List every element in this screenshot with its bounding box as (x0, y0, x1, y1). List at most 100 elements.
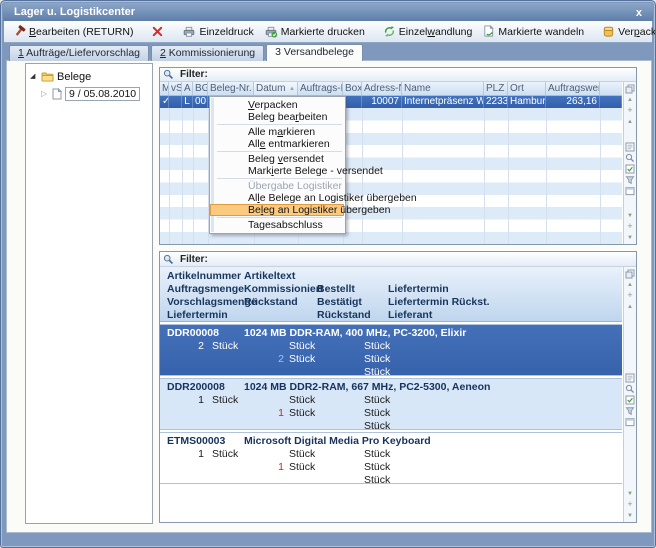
tab-versandbelege[interactable]: 3 Versandbelege (266, 44, 363, 61)
column-header-auftragswert[interactable]: Auftragswert € (546, 82, 600, 95)
append-row-button[interactable]: + (625, 499, 636, 510)
next-row-button[interactable]: ▼ (625, 210, 636, 221)
positionen-grid: Filter: Artikelnummer Artikeltext Auftra… (159, 251, 637, 523)
menu-item-beleg-an-logistiker[interactable]: Beleg an Logistiker übergeben (210, 204, 344, 216)
markierte-wandeln-button[interactable]: Markierte wandeln (478, 22, 588, 41)
header-auftragsmenge[interactable]: Auftragsmenge (167, 283, 244, 295)
last-row-button[interactable]: ▼ (625, 510, 636, 521)
menu-item-alle-markieren[interactable]: Alle markieren (210, 126, 344, 138)
expander-closed-icon[interactable]: ▷ (41, 90, 49, 98)
bearbeiten-button[interactable]: Bearbeiten (RETURN) (9, 22, 137, 41)
artikelnummer: DDR00008 (167, 327, 219, 340)
header-lieferant[interactable]: Lieferant (388, 309, 432, 321)
einzelwandlung-button[interactable]: Einzelwandlung (379, 22, 477, 41)
tab-auftraege-liefervorschlag[interactable]: 1 Aufträge/Liefervorschlag (9, 45, 149, 61)
filter-funnel-icon[interactable] (625, 174, 636, 185)
column-header-vs[interactable]: vS (169, 82, 182, 95)
column-chooser-icon[interactable] (625, 83, 636, 94)
prev-row-button[interactable]: ▲ (625, 301, 636, 312)
insert-row-button[interactable]: + (625, 290, 636, 301)
positionen-column-headers: Artikelnummer Artikeltext Auftragsmenge … (160, 267, 622, 322)
menu-separator (217, 178, 342, 179)
menu-item-alle-entmarkieren[interactable]: Alle entmarkieren (210, 138, 344, 150)
auftragsmenge-unit: Stück (212, 394, 238, 407)
verpacken-button[interactable]: Verpacken (598, 22, 656, 41)
kommissioniert-unit: Stück (289, 394, 315, 407)
column-header-adress-nr[interactable]: Adress-Nr. (362, 82, 402, 95)
filter-bar[interactable]: Filter: (160, 252, 636, 267)
artikel-row[interactable]: DDR200008 1024 MB DDR2-RAM, 667 MHz, PC2… (160, 378, 622, 430)
rueckstand-unit: Stück (289, 407, 315, 420)
header-bestaetigt[interactable]: Bestätigt (317, 296, 362, 308)
search-icon[interactable] (625, 384, 636, 395)
menu-item-verpacken[interactable]: Verpacken (210, 99, 344, 111)
cell-auftragswert: 263,16 (546, 96, 600, 108)
artikel-row[interactable]: DDR00008 1024 MB DDR-RAM, 400 MHz, PC-32… (160, 324, 622, 376)
column-header-datum[interactable]: Datum ▲ (254, 82, 298, 95)
header-artikelnummer[interactable]: Artikelnummer (167, 270, 241, 282)
menu-item-alle-belege-an-logistiker[interactable]: Alle Belege an Logistiker übergeben (210, 192, 344, 204)
checklist-icon[interactable] (625, 395, 636, 406)
header-kommissioniert[interactable]: Kommissioniert (244, 283, 323, 295)
header-liefertermin-rueckst[interactable]: Liefertermin Rückst. (388, 296, 490, 308)
button-label: Einzeldruck (199, 26, 253, 38)
column-header-name[interactable]: Name (402, 82, 484, 95)
column-header-bg[interactable]: BG (193, 82, 208, 95)
menu-separator (217, 217, 342, 218)
filter-funnel-icon[interactable] (625, 406, 636, 417)
search-icon[interactable] (625, 152, 636, 163)
filter-bar[interactable]: Filter: (160, 68, 636, 82)
cell-a: L (182, 96, 193, 108)
column-header-ort[interactable]: Ort (508, 82, 546, 95)
checklist-icon[interactable] (625, 163, 636, 174)
button-label: Markierte drucken (281, 26, 365, 38)
insert-row-button[interactable]: + (625, 105, 636, 116)
artikelnummer: ETMS00003 (167, 435, 225, 448)
column-header-plz[interactable]: PLZ (484, 82, 508, 95)
title-bar[interactable]: Lager u. Logistikcenter x (3, 3, 653, 21)
page-convert-icon (482, 25, 495, 38)
header-artikeltext[interactable]: Artikeltext (244, 270, 295, 282)
tree-node-beleg-entry[interactable]: ▷ 9 / 05.08.2010 (26, 86, 152, 101)
next-row-button[interactable]: ▼ (625, 488, 636, 499)
kommissioniert-unit: Stück (289, 448, 315, 461)
tab-kommissionierung[interactable]: 2 Kommissionierung (151, 45, 264, 61)
column-header-auftrags-nr[interactable]: Auftrags-Nr. (298, 82, 343, 95)
window-icon[interactable] (625, 417, 636, 428)
first-row-button[interactable]: ▲ (625, 94, 636, 105)
first-row-button[interactable]: ▲ (625, 279, 636, 290)
cell-markiert[interactable]: ✓ (160, 96, 169, 108)
menu-item-markierte-belege-versendet[interactable]: Markierte Belege - versendet (210, 165, 344, 177)
header-liefertermin[interactable]: Liefertermin (388, 283, 449, 295)
edit-icon[interactable] (625, 141, 636, 152)
menu-item-tagesabschluss[interactable]: Tagesabschluss (210, 219, 344, 231)
column-header-box[interactable]: Box (343, 82, 362, 95)
tree-node-belege[interactable]: ◢ Belege (26, 69, 152, 84)
header-liefertermin-2[interactable]: Liefertermin (167, 309, 228, 321)
header-rueckstand[interactable]: Rückstand (244, 296, 298, 308)
markierte-drucken-button[interactable]: Markierte drucken (260, 22, 369, 41)
column-header-m[interactable]: M (160, 82, 169, 95)
delete-button[interactable] (147, 22, 168, 41)
column-header-beleg-nr[interactable]: Beleg-Nr. (208, 82, 254, 95)
cell-filler (600, 96, 622, 108)
window-icon[interactable] (625, 185, 636, 196)
menu-item-beleg-bearbeiten[interactable]: Beleg bearbeiten (210, 111, 344, 123)
append-row-button[interactable]: + (625, 221, 636, 232)
bestaetigt-unit: Stück (364, 461, 390, 474)
grid-column-headers: M vS A BG Beleg-Nr. Datum ▲ Auftrags-Nr.… (160, 82, 622, 96)
artikel-row[interactable]: ETMS00003 Microsoft Digital Media Pro Ke… (160, 432, 622, 484)
edit-icon[interactable] (625, 373, 636, 384)
prev-row-button[interactable]: ▲ (625, 116, 636, 127)
last-row-button[interactable]: ▼ (625, 232, 636, 243)
header-rueckstand-2[interactable]: Rückstand (317, 309, 371, 321)
column-chooser-icon[interactable] (625, 268, 636, 279)
filter-magnifier-icon (163, 254, 174, 265)
close-button[interactable]: x (636, 5, 642, 21)
header-bestellt[interactable]: Bestellt (317, 283, 355, 295)
expander-open-icon[interactable]: ◢ (30, 73, 38, 81)
menu-item-beleg-versendet[interactable]: Beleg versendet (210, 153, 344, 165)
column-header-a[interactable]: A (182, 82, 193, 95)
einzeldruck-button[interactable]: Einzeldruck (178, 22, 257, 41)
tree-node-label: Belege (57, 71, 91, 83)
